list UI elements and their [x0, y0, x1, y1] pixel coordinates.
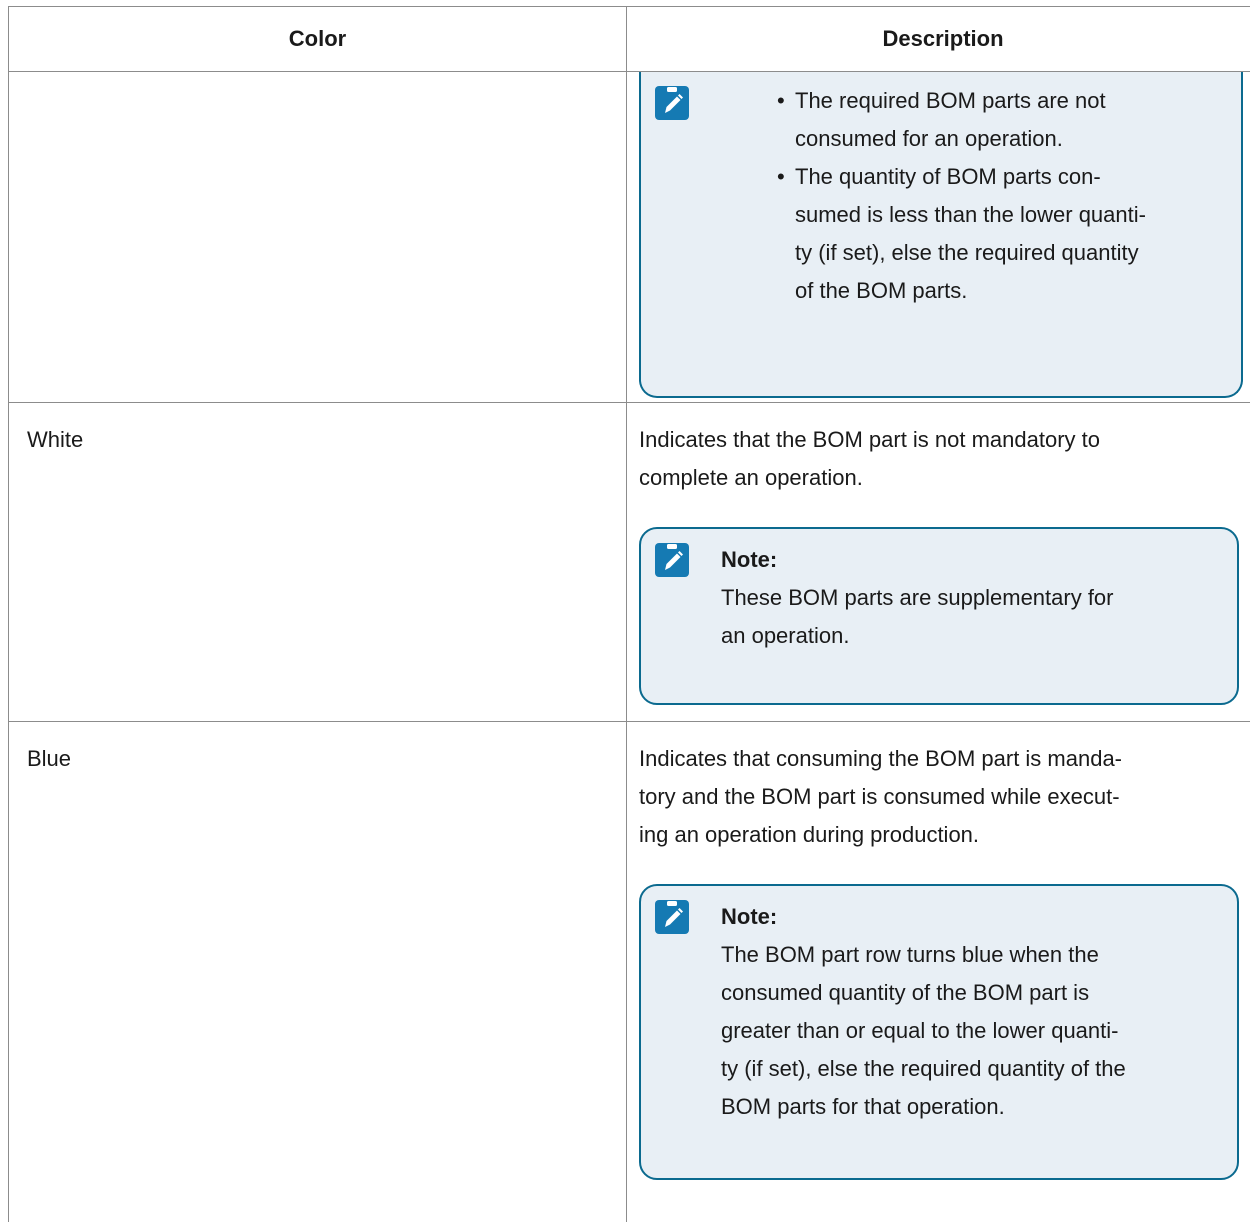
clipboard-pencil-icon [665, 901, 683, 927]
clipboard-pencil-icon [665, 544, 683, 570]
note-text: The BOM part row turns blue when the con… [721, 936, 1231, 1126]
note-line: These BOM parts are supplementary for [721, 585, 1114, 610]
table-row: Blue Indicates that consuming the BOM pa… [9, 722, 1250, 1222]
row3-color-cell: Blue [9, 722, 627, 1222]
row2-color-cell: White [9, 403, 627, 721]
note-content: Note: These BOM parts are supplementary … [721, 541, 1221, 655]
list-item: The required BOM parts are not consumed … [777, 82, 1237, 158]
description-line: complete an operation. [639, 465, 863, 490]
description-line: ing an operation during production. [639, 822, 980, 847]
note-icon [655, 900, 689, 934]
row3-description: Indicates that consuming the BOM part is… [639, 722, 1247, 854]
table-row: The required BOM parts are not consumed … [9, 72, 1250, 403]
note-box: Note: These BOM parts are supplementary … [639, 527, 1239, 705]
note-title: Note: [721, 904, 778, 929]
note-line: BOM parts for that operation. [721, 1094, 1005, 1119]
note-bullet-list: The required BOM parts are not consumed … [777, 82, 1237, 310]
clipboard-pencil-icon [665, 87, 683, 113]
description-line: tory and the BOM part is consumed while … [639, 784, 1120, 809]
note-line: ty (if set), else the required quantity … [721, 1056, 1126, 1081]
note-line: The quantity of BOM parts con- [795, 164, 1101, 189]
table-header-row: Color Description [9, 7, 1250, 72]
row2-description-cell: Indicates that the BOM part is not manda… [627, 403, 1250, 721]
note-box: Note: The BOM part row turns blue when t… [639, 884, 1239, 1180]
note-line: greater than or equal to the lower quant… [721, 1018, 1119, 1043]
row3-description-cell: Indicates that consuming the BOM part is… [627, 722, 1250, 1222]
note-line: of the BOM parts. [795, 278, 968, 303]
note-line: an operation. [721, 623, 850, 648]
header-description: Description [882, 26, 1004, 51]
note-title: Note: [721, 547, 778, 572]
note-line: The BOM part row turns blue when the [721, 942, 1099, 967]
row2-description: Indicates that the BOM part is not manda… [639, 403, 1247, 497]
description-line: Indicates that consuming the BOM part is… [639, 746, 1123, 771]
note-line: sumed is less than the lower quanti- [795, 202, 1146, 227]
color-description-table: Color Description The required BOM parts… [8, 6, 1250, 1222]
list-item: The quantity of BOM parts con- sumed is … [777, 158, 1237, 310]
note-content: Note: The BOM part row turns blue when t… [721, 898, 1231, 1126]
row1-description-cell: The required BOM parts are not consumed … [627, 72, 1250, 402]
note-box: The required BOM parts are not consumed … [639, 72, 1243, 398]
note-line: ty (if set), else the required quantity [795, 240, 1139, 265]
note-text: These BOM parts are supplementary for an… [721, 579, 1221, 655]
note-line: consumed for an operation. [795, 126, 1063, 151]
table-row: White Indicates that the BOM part is not… [9, 403, 1250, 722]
note-line: consumed quantity of the BOM part is [721, 980, 1090, 1005]
row1-color-cell [9, 72, 627, 402]
description-line: Indicates that the BOM part is not manda… [639, 427, 1101, 452]
header-color: Color [9, 7, 627, 71]
note-icon [655, 543, 689, 577]
note-icon [655, 86, 689, 120]
note-line: The required BOM parts are not [795, 88, 1106, 113]
